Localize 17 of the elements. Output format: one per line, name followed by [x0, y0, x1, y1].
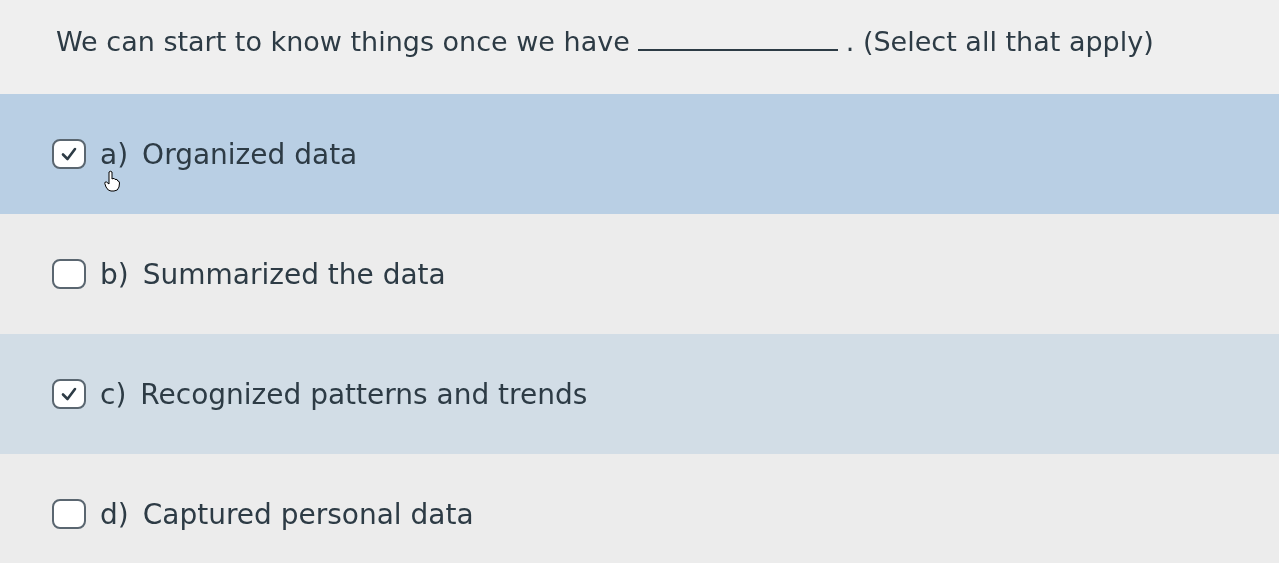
option-text: Organized data	[142, 137, 358, 171]
question-text: We can start to know things once we have	[56, 26, 630, 57]
answer-option[interactable]: c) Recognized patterns and trends	[0, 334, 1279, 454]
option-letter: a)	[100, 137, 129, 171]
answer-option[interactable]: a) Organized data	[0, 94, 1279, 214]
option-text: Summarized the data	[142, 257, 446, 291]
option-text: Captured personal data	[142, 497, 474, 531]
option-letter: b)	[100, 257, 129, 291]
question-text: . (Select all that apply)	[845, 26, 1154, 57]
option-letter: c)	[100, 377, 127, 411]
checkbox[interactable]	[52, 499, 86, 529]
hand-cursor-icon	[104, 169, 120, 192]
checkbox[interactable]	[52, 259, 86, 289]
checkbox[interactable]	[52, 379, 86, 409]
checkbox[interactable]	[52, 139, 86, 169]
option-text: Recognized patterns and trends	[140, 377, 588, 411]
option-letter: d)	[100, 497, 129, 531]
